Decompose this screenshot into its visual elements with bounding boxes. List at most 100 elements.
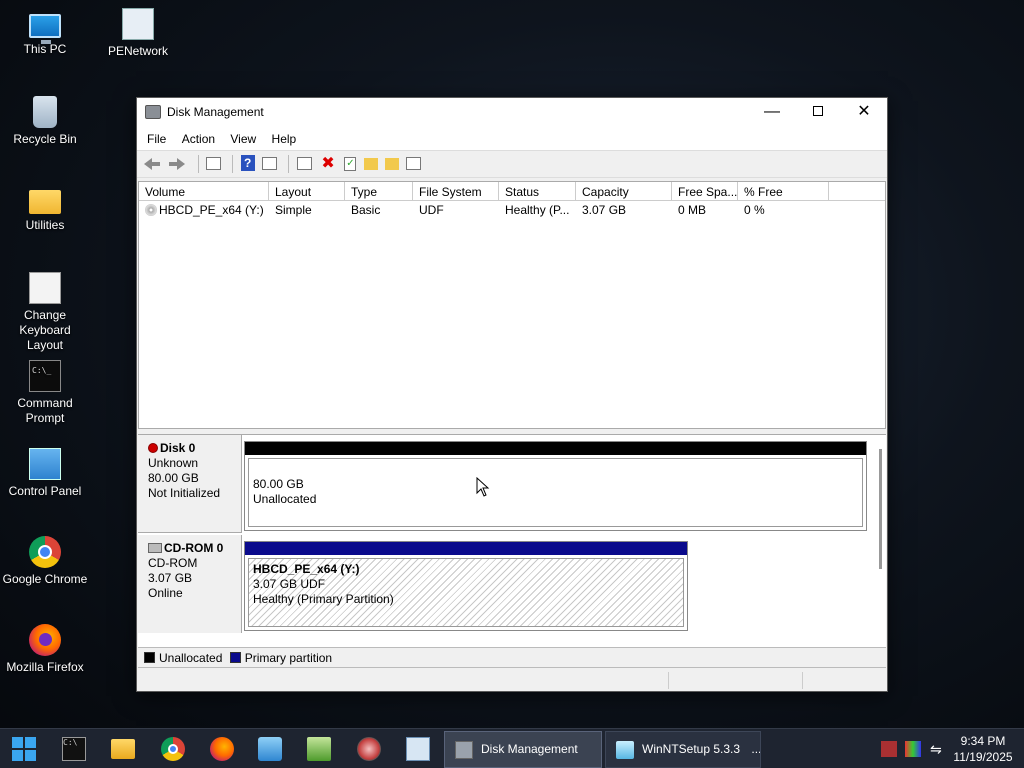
legend-swatch-primary xyxy=(229,652,241,663)
toolbar-separator xyxy=(197,155,199,173)
desktop-icon-change-keyboard-layout[interactable]: Change Keyboard Layout xyxy=(0,272,90,353)
title-bar[interactable]: Disk Management — ✕ xyxy=(137,98,887,128)
taskbar-chrome-icon[interactable] xyxy=(161,737,185,761)
table-row[interactable]: HBCD_PE_x64 (Y:) Simple Basic UDF Health… xyxy=(139,201,885,219)
taskbar-calculator-icon[interactable] xyxy=(406,737,430,761)
disk-management-icon xyxy=(455,741,473,759)
legend-primary-partition: Primary partition xyxy=(244,651,333,665)
cell-layout: Simple xyxy=(275,203,312,217)
partition-body: HBCD_PE_x64 (Y:) 3.07 GB UDF Healthy (Pr… xyxy=(248,558,684,627)
clock[interactable]: 9:34 PM 11/19/2025 xyxy=(944,733,1022,765)
volume-list: Volume Layout Type File System Status Ca… xyxy=(138,181,886,429)
column-free-space[interactable]: Free Spa... xyxy=(672,182,738,201)
toolbar: ? ✖ ✓ xyxy=(137,150,887,178)
taskbar-app-icon[interactable] xyxy=(258,737,282,761)
desktop-icon-google-chrome[interactable]: Google Chrome xyxy=(0,536,90,587)
maximize-button[interactable] xyxy=(795,98,841,128)
menu-view[interactable]: View xyxy=(224,128,262,150)
menu-action[interactable]: Action xyxy=(176,128,221,150)
desktop-icon-label: Utilities xyxy=(25,218,65,232)
cell-capacity: 3.07 GB xyxy=(582,203,627,217)
desktop-icon-command-prompt[interactable]: C:\_ Command Prompt xyxy=(0,360,90,426)
taskbar-notepad-icon[interactable] xyxy=(307,737,331,761)
checklist-icon[interactable]: ✓ xyxy=(344,157,357,171)
desktop-icon-mozilla-firefox[interactable]: Mozilla Firefox xyxy=(0,624,90,675)
taskbar-button-label: WinNTSetup 5.3.3 xyxy=(642,742,741,756)
cd-rom-0-label[interactable]: CD-ROM 0 CD-ROM 3.07 GB Online xyxy=(138,535,242,633)
windows-logo-icon xyxy=(12,737,23,748)
legend-swatch-unallocated xyxy=(144,652,155,663)
folder-search-icon[interactable] xyxy=(385,158,400,170)
cell-free-space: 0 MB xyxy=(678,203,707,217)
disk-not-initialized-icon xyxy=(148,443,158,453)
taskbar-firefox-icon[interactable] xyxy=(210,737,234,761)
disk-name: CD-ROM 0 xyxy=(164,541,224,555)
column-type[interactable]: Type xyxy=(345,182,413,201)
partition-status: Healthy (Primary Partition) xyxy=(253,592,394,606)
partition-label: Unallocated xyxy=(253,492,317,506)
desktop-icon-penetwork[interactable]: PENetwork xyxy=(93,8,183,59)
keyboard-settings-icon xyxy=(29,272,61,304)
disk-name: Disk 0 xyxy=(160,441,196,455)
recycle-bin-icon xyxy=(33,96,57,128)
column-capacity[interactable]: Capacity xyxy=(576,182,672,201)
partition-primary[interactable]: HBCD_PE_x64 (Y:) 3.07 GB UDF Healthy (Pr… xyxy=(244,541,688,631)
desktop-icon-label: Google Chrome xyxy=(2,572,88,586)
desktop-icon-recycle-bin[interactable]: Recycle Bin xyxy=(0,96,90,147)
winntsetup-icon xyxy=(616,741,634,759)
disk-state: Online xyxy=(148,586,183,600)
cell-volume: HBCD_PE_x64 (Y:) xyxy=(139,201,269,219)
menu-bar: File Action View Help xyxy=(137,128,887,150)
minimize-button[interactable]: — xyxy=(749,98,795,128)
desktop-icon-utilities[interactable]: Utilities xyxy=(0,184,90,233)
control-panel-icon xyxy=(29,448,61,480)
column-status[interactable]: Status xyxy=(499,182,576,201)
clock-time: 9:34 PM xyxy=(960,734,1006,748)
status-divider xyxy=(802,672,803,689)
menu-help[interactable]: Help xyxy=(266,128,303,150)
partition-bar xyxy=(245,442,866,455)
volume-list-header: Volume Layout Type File System Status Ca… xyxy=(139,182,885,201)
network-icon xyxy=(122,8,154,40)
column-layout[interactable]: Layout xyxy=(269,182,345,201)
tray-tool-icon[interactable] xyxy=(881,741,897,757)
desktop-icon-label: Control Panel xyxy=(8,484,82,498)
forward-arrow-icon[interactable] xyxy=(168,155,186,173)
menu-file[interactable]: File xyxy=(141,128,172,150)
disk-type: Unknown xyxy=(148,456,199,470)
vertical-scrollbar[interactable] xyxy=(879,449,882,569)
settings-panel-icon[interactable] xyxy=(406,157,422,170)
disk-state: Not Initialized xyxy=(148,486,221,500)
cell-file-system: UDF xyxy=(419,203,444,217)
column-percent-free[interactable]: % Free xyxy=(738,182,829,201)
disk-management-icon xyxy=(145,105,161,119)
folder-up-icon[interactable] xyxy=(363,158,378,170)
toolbar-separator xyxy=(232,155,234,173)
help-icon[interactable]: ? xyxy=(240,155,255,171)
disk-size: 3.07 GB xyxy=(148,571,193,585)
taskbar-command-prompt-icon[interactable]: C:\ xyxy=(62,737,86,761)
column-file-system[interactable]: File System xyxy=(413,182,499,201)
disk-0-label[interactable]: Disk 0 Unknown 80.00 GB Not Initialized xyxy=(138,435,242,533)
show-hide-console-tree-icon[interactable] xyxy=(206,157,222,170)
delete-icon[interactable]: ✖ xyxy=(319,155,337,173)
taskbar-file-explorer-icon[interactable] xyxy=(111,739,135,759)
properties-icon[interactable] xyxy=(262,157,278,170)
start-button[interactable] xyxy=(12,737,36,761)
desktop-icon-control-panel[interactable]: Control Panel xyxy=(0,448,90,499)
cell-percent-free: 0 % xyxy=(744,203,765,217)
back-arrow-icon[interactable] xyxy=(143,155,161,173)
tray-color-icon[interactable] xyxy=(905,741,921,757)
taskbar-button-winntsetup[interactable]: WinNTSetup 5.3.3 ... xyxy=(605,731,761,768)
column-volume[interactable]: Volume xyxy=(139,182,269,201)
status-bar xyxy=(138,670,886,691)
connect-icon[interactable] xyxy=(296,157,312,170)
desktop-icon-this-pc[interactable]: This PC xyxy=(0,8,90,57)
taskbar-button-disk-management[interactable]: Disk Management xyxy=(444,731,602,768)
taskbar-button-overflow: ... xyxy=(751,742,761,756)
partition-unallocated[interactable]: 80.00 GB Unallocated xyxy=(244,441,867,531)
partition-size-fs: 3.07 GB UDF xyxy=(253,577,326,591)
disk-graphical-view: Disk 0 Unknown 80.00 GB Not Initialized … xyxy=(138,435,886,647)
close-button[interactable]: ✕ xyxy=(841,98,887,128)
taskbar-network-tool-icon[interactable] xyxy=(357,737,381,761)
